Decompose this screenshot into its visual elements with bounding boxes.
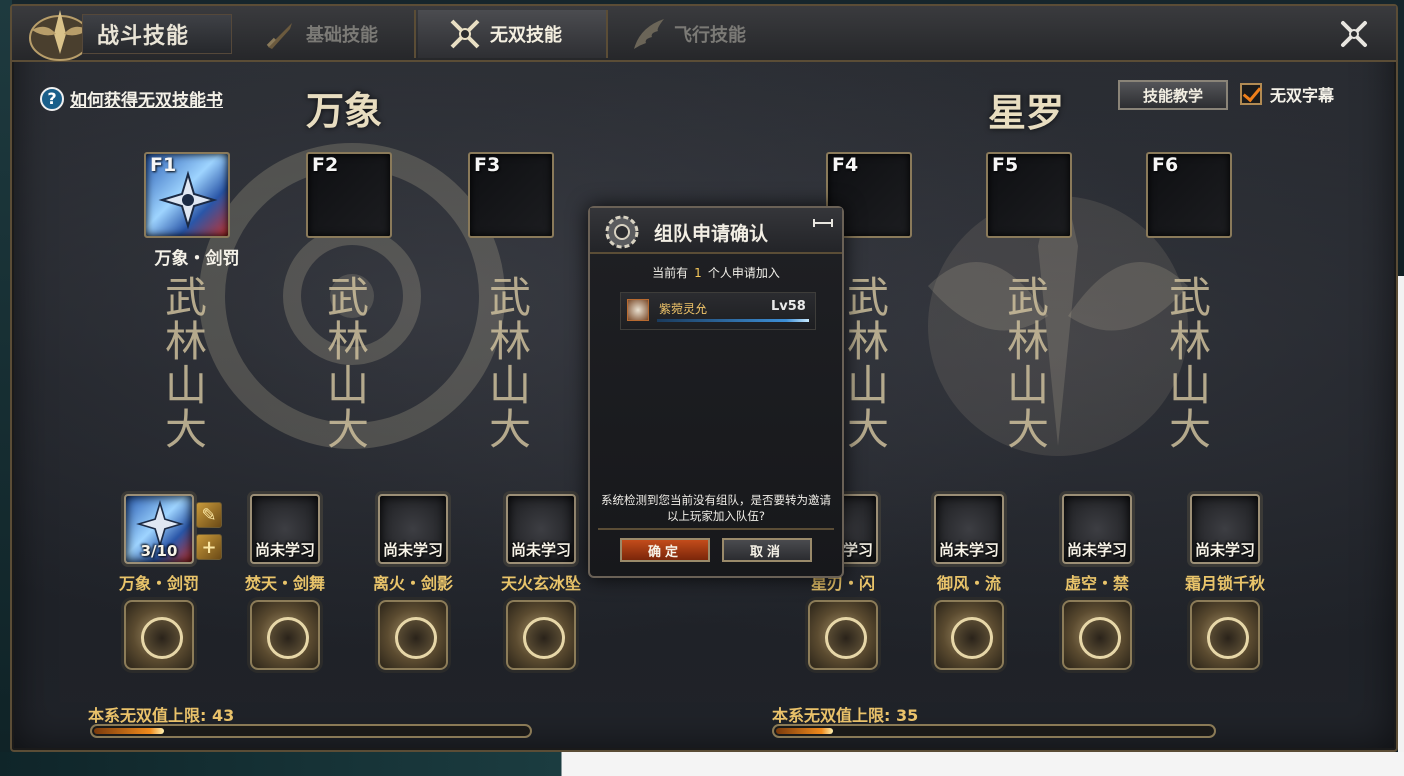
unrivaled-subtitle-toggle[interactable]: 无双字幕	[1240, 82, 1334, 106]
dialog-title: 组队申请确认	[654, 223, 769, 245]
hotkey-slot-f1-skill-name: 万象・剑罚	[154, 249, 240, 269]
hotkey-slot-f3[interactable]: F3	[468, 152, 554, 238]
hotkey-label: F2	[312, 154, 339, 176]
tab-unrivaled-skills[interactable]: 无双技能	[418, 10, 608, 58]
skill-tutorial-button[interactable]: 技能教学	[1118, 80, 1228, 110]
applicant-count: 1	[694, 266, 702, 280]
tab-label: 基础技能	[306, 25, 378, 46]
hotkey-slot-f5[interactable]: F5	[986, 152, 1072, 238]
hotkey-slot-f2[interactable]: F2	[306, 152, 392, 238]
skill-state: 尚未学习	[938, 541, 999, 559]
tab-label: 飞行技能	[674, 25, 746, 46]
left-limit-fill	[94, 728, 165, 734]
skill-slot-left-1[interactable]: 3/10	[124, 494, 194, 564]
skill-rune-slot[interactable]	[1062, 600, 1132, 670]
skill-name: 霜月锁千秋	[1184, 574, 1265, 593]
cancel-button[interactable]: 取消	[722, 538, 812, 562]
checkbox-checked-icon[interactable]	[1240, 83, 1262, 105]
team-request-dialog: 组队申请确认 当前有 1 个人申请加入 紫菀灵允 Lv58 系统检测到您当前没有组队…	[588, 206, 844, 578]
dialog-info: 当前有 1 个人申请加入	[590, 264, 842, 281]
crossed-swords-close-icon[interactable]	[1338, 18, 1370, 50]
right-limit-fill	[776, 728, 834, 734]
wing-icon	[634, 19, 664, 49]
background-right-edge	[1398, 276, 1404, 776]
dialog-header: 组队申请确认	[590, 208, 842, 254]
skill-name: 虚空・禁	[1064, 574, 1129, 593]
help-link[interactable]: ? 如何获得无双技能书	[40, 86, 223, 111]
hotkey-label: F4	[832, 154, 859, 176]
skill-slot-right-3[interactable]: 尚未学习	[1062, 494, 1132, 564]
left-limit-label: 本系无双值上限: 43	[88, 706, 235, 725]
skill-state: 尚未学习	[382, 541, 443, 559]
question-icon: ?	[40, 86, 64, 111]
skill-state: 尚未学习	[1194, 541, 1255, 559]
info-suffix: 个人申请加入	[707, 266, 780, 280]
tab-flight-skills[interactable]: 飞行技能	[610, 10, 800, 58]
right-limit-bar	[772, 724, 1216, 738]
skill-state: 尚未学习	[510, 541, 571, 559]
skill-slot-right-4[interactable]: 尚未学习	[1190, 494, 1260, 564]
calligraphy-column: 武林山大	[164, 273, 207, 454]
skill-rune-slot[interactable]	[506, 600, 576, 670]
skill-rune-slot[interactable]	[250, 600, 320, 670]
confirm-button[interactable]: 确定	[620, 538, 710, 562]
hotkey-label: F5	[992, 154, 1019, 176]
skill-name: 焚天・剑舞	[244, 574, 325, 593]
tab-bar: 战斗技能 基础技能 无双技能 飞行技能	[12, 6, 1396, 62]
dialog-message: 系统检测到您当前没有组队，是否要转为邀请以上玩家加入队伍?	[601, 493, 831, 523]
skill-slot-left-4[interactable]: 尚未学习	[506, 494, 576, 564]
game-screen: 战斗技能 基础技能 无双技能 飞行技能 ? 如何获得无双技能书 万象 星罗 技能…	[0, 0, 1404, 776]
tab-basic-skills[interactable]: 基础技能	[226, 10, 416, 58]
collapse-icon[interactable]	[812, 218, 834, 228]
skill-rune-slot[interactable]	[1190, 600, 1260, 670]
skill-level: 3/10	[140, 542, 178, 560]
help-link-text: 如何获得无双技能书	[70, 91, 223, 111]
checkbox-label: 无双字幕	[1270, 86, 1335, 105]
skill-rune-slot[interactable]	[378, 600, 448, 670]
skill-state: 尚未学习	[1066, 541, 1127, 559]
skill-name: 离火・剑影	[372, 574, 453, 593]
calligraphy-column: 武林山大	[1006, 273, 1049, 454]
avatar	[627, 299, 649, 321]
hotkey-label: F3	[474, 154, 501, 176]
skill-slot-right-2[interactable]: 尚未学习	[934, 494, 1004, 564]
applicant-exp-bar	[657, 319, 809, 322]
crossed-blades-icon	[450, 19, 480, 49]
skill-slot-left-2[interactable]: 尚未学习	[250, 494, 320, 564]
calligraphy-column: 武林山大	[326, 273, 369, 454]
skill-rune-slot[interactable]	[124, 600, 194, 670]
skill-rune-slot[interactable]	[808, 600, 878, 670]
tab-label: 无双技能	[490, 25, 562, 46]
info-prefix: 当前有	[652, 266, 689, 280]
skill-rune-slot[interactable]	[934, 600, 1004, 670]
skill-name: 天火玄冰坠	[500, 574, 581, 593]
hotkey-slot-f1[interactable]: F1	[144, 152, 230, 238]
sword-icon	[266, 23, 292, 49]
dialog-divider	[598, 528, 834, 530]
shuriken-skill-icon	[158, 170, 218, 230]
window-title: 战斗技能	[82, 14, 232, 54]
hotkey-label: F6	[1152, 154, 1179, 176]
right-limit-label: 本系无双值上限: 35	[772, 706, 919, 725]
hotkey-slot-f6[interactable]: F6	[1146, 152, 1232, 238]
skill-name: 万象・剑罚	[118, 574, 199, 593]
combat-skills-window: 战斗技能 基础技能 无双技能 飞行技能 ? 如何获得无双技能书 万象 星罗 技能…	[10, 4, 1398, 752]
gear-icon	[605, 215, 639, 249]
applicant-level: Lv58	[771, 299, 806, 314]
applicant-name: 紫菀灵允	[659, 302, 708, 316]
upgrade-plus-icon[interactable]: +	[196, 534, 222, 560]
applicant-row[interactable]: 紫菀灵允 Lv58	[620, 292, 816, 330]
calligraphy-column: 武林山大	[846, 273, 889, 454]
background-bottom-edge	[0, 752, 1404, 776]
calligraphy-column: 武林山大	[488, 273, 531, 454]
skill-book-icon[interactable]: ✎	[196, 502, 222, 528]
calligraphy-column: 武林山大	[1168, 273, 1211, 454]
left-limit-bar	[90, 724, 532, 738]
skill-state: 尚未学习	[254, 541, 315, 559]
hotkey-label: F1	[150, 154, 177, 176]
skill-slot-left-3[interactable]: 尚未学习	[378, 494, 448, 564]
skill-name: 御风・流	[936, 574, 1001, 593]
